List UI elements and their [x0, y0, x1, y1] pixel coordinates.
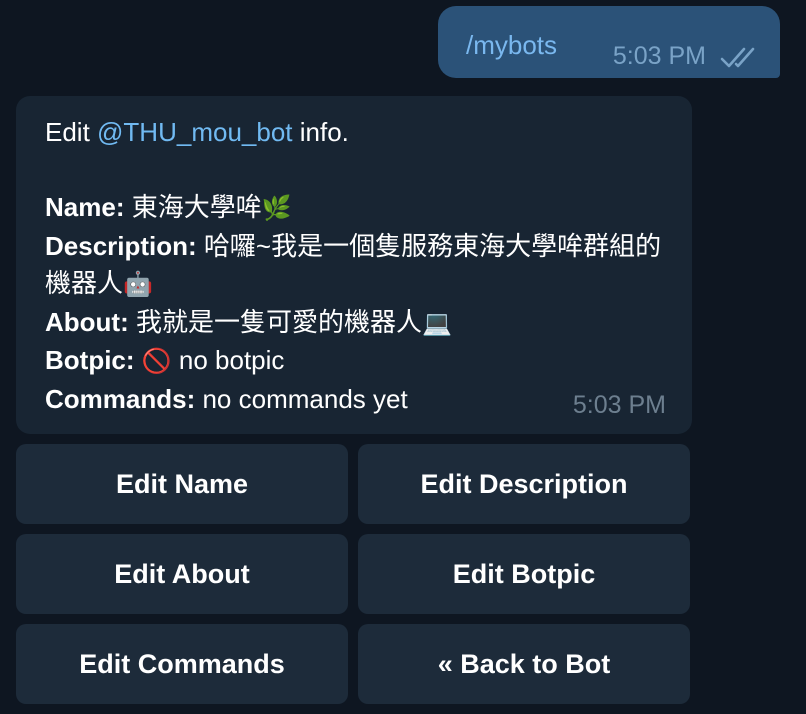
message-meta: 5:03 PM: [613, 42, 762, 71]
message-time: 5:03 PM: [572, 390, 666, 419]
botpic-value: no botpic: [171, 345, 285, 375]
commands-label: Commands:: [45, 383, 196, 414]
chat-area: /mybots 5:03 PM Edit @THU_mou_bot info. …: [0, 0, 806, 714]
intro-suffix: info.: [292, 117, 349, 147]
herb-emoji-icon: 🌿: [261, 195, 292, 222]
robot-emoji-icon: 🤖: [123, 271, 153, 298]
about-value: 我就是一隻可愛的機器人: [128, 306, 422, 337]
commands-line: Commands: no commands yet: [45, 381, 664, 419]
incoming-message[interactable]: Edit @THU_mou_bot info. Name: 東海大學哞🌿 Des…: [16, 96, 692, 434]
about-label: About:: [45, 306, 129, 337]
laptop-emoji-icon: 💻: [421, 309, 452, 337]
edit-about-button[interactable]: Edit About: [16, 534, 348, 614]
edit-name-button[interactable]: Edit Name: [16, 444, 348, 524]
edit-commands-button[interactable]: Edit Commands: [16, 624, 348, 704]
back-to-bot-button[interactable]: « Back to Bot: [358, 624, 690, 704]
edit-description-button[interactable]: Edit Description: [358, 444, 690, 524]
bubble-tail: [774, 60, 792, 78]
outgoing-message[interactable]: /mybots 5:03 PM: [438, 6, 780, 78]
command-link[interactable]: /mybots: [466, 30, 557, 61]
prohibited-emoji-icon: 🚫: [141, 348, 172, 375]
intro-line: Edit @THU_mou_bot info.: [45, 114, 664, 152]
double-check-icon: [720, 47, 755, 67]
bot-mention-link[interactable]: @THU_mou_bot: [97, 117, 292, 147]
about-line: About: 我就是一隻可愛的機器人💻: [45, 304, 664, 343]
name-value: 東海大學哞: [124, 192, 262, 222]
edit-botpic-button[interactable]: Edit Botpic: [358, 534, 690, 614]
description-label: Description:: [45, 230, 197, 261]
commands-value: no commands yet: [195, 383, 408, 414]
message-time: 5:03 PM: [612, 42, 706, 70]
intro-prefix: Edit: [45, 117, 98, 147]
description-line: Description: 哈囉~我是一個隻服務東海大學哞群組的機器人🤖: [45, 228, 664, 304]
name-label: Name:: [45, 192, 125, 222]
botpic-label: Botpic:: [45, 345, 135, 375]
botpic-line: Botpic: 🚫 no botpic: [45, 342, 664, 381]
name-line: Name: 東海大學哞🌿: [45, 189, 664, 228]
